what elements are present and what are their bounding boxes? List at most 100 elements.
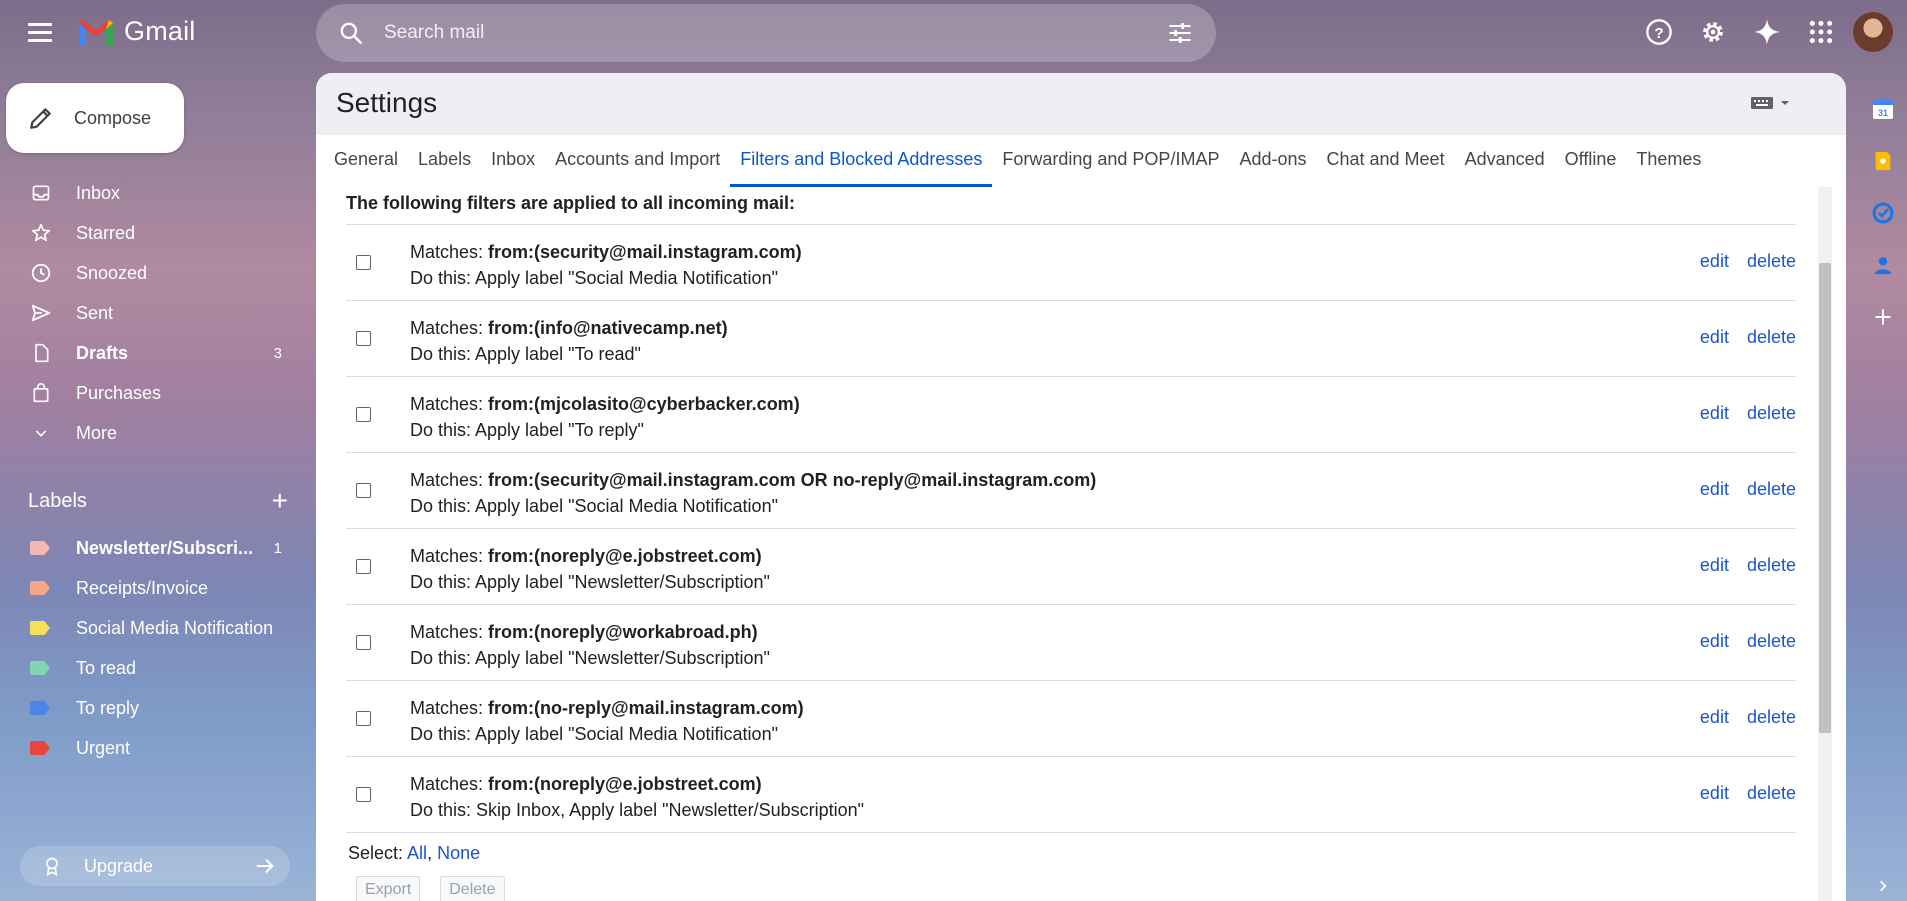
label-name: Receipts/Invoice: [76, 577, 209, 598]
edit-link[interactable]: edit: [1700, 707, 1729, 727]
main-menu-button[interactable]: [20, 16, 60, 48]
label-tag-icon: [30, 701, 50, 715]
filter-description: Matches: from:(no-reply@mail.instagram.c…: [410, 695, 804, 747]
filter-action: Skip Inbox, Apply label "Newsletter/Subs…: [476, 800, 865, 820]
delete-link[interactable]: delete: [1747, 403, 1796, 423]
bulk-actions: Export Delete: [346, 876, 1796, 901]
delete-link[interactable]: delete: [1747, 479, 1796, 499]
tab-chat-meet[interactable]: Chat and Meet: [1317, 149, 1455, 187]
add-label-icon[interactable]: +: [272, 487, 288, 515]
label-name: To read: [76, 657, 137, 678]
select-prefix: Select:: [348, 843, 408, 863]
tab-accounts-import[interactable]: Accounts and Import: [545, 149, 730, 187]
nav-item-drafts[interactable]: Drafts 3: [0, 333, 300, 373]
edit-link[interactable]: edit: [1700, 555, 1729, 575]
edit-link[interactable]: edit: [1700, 783, 1729, 803]
tab-add-ons[interactable]: Add-ons: [1229, 149, 1316, 187]
inbox-icon: [30, 182, 52, 204]
export-button[interactable]: Export: [356, 876, 421, 901]
edit-link[interactable]: edit: [1700, 479, 1729, 499]
filter-criteria: from:(noreply@e.jobstreet.com): [488, 774, 762, 794]
upgrade-button[interactable]: Upgrade: [20, 846, 290, 886]
tab-offline[interactable]: Offline: [1555, 149, 1627, 187]
select-none-link[interactable]: None: [437, 843, 480, 863]
tab-advanced[interactable]: Advanced: [1455, 149, 1555, 187]
scrollbar-thumb[interactable]: [1819, 263, 1831, 733]
nav-label: Drafts: [76, 342, 129, 363]
label-item-to-read[interactable]: To read: [0, 648, 300, 688]
filter-row: Matches: from:(security@mail.instagram.c…: [346, 225, 1796, 301]
nav-item-sent[interactable]: Sent: [0, 293, 300, 333]
tab-forwarding-pop-imap[interactable]: Forwarding and POP/IMAP: [992, 149, 1229, 187]
apps-grid-icon[interactable]: [1799, 10, 1843, 54]
settings-scrollbar[interactable]: [1818, 187, 1832, 901]
matches-prefix: Matches:: [410, 774, 489, 794]
do-prefix: Do this:: [410, 648, 476, 668]
tab-labels[interactable]: Labels: [408, 149, 481, 187]
label-item-newsletter[interactable]: Newsletter/Subscri... 1: [0, 528, 300, 568]
add-addon-icon[interactable]: [1868, 302, 1898, 332]
nav-item-inbox[interactable]: Inbox: [0, 173, 300, 213]
chevron-right-icon[interactable]: [1868, 871, 1898, 901]
keep-icon[interactable]: [1868, 146, 1898, 176]
search-input[interactable]: [384, 22, 1166, 44]
filter-checkbox[interactable]: [356, 483, 371, 498]
delete-link[interactable]: delete: [1747, 555, 1796, 575]
label-item-to-reply[interactable]: To reply: [0, 688, 300, 728]
delete-link[interactable]: delete: [1747, 707, 1796, 727]
edit-link[interactable]: edit: [1700, 403, 1729, 423]
filter-criteria: from:(noreply@workabroad.ph): [488, 622, 758, 642]
filter-checkbox[interactable]: [356, 255, 371, 270]
filter-checkbox[interactable]: [356, 331, 371, 346]
filter-checkbox[interactable]: [356, 711, 371, 726]
compose-label: Compose: [74, 107, 152, 128]
search-options-icon[interactable]: [1166, 19, 1194, 47]
filter-checkbox[interactable]: [356, 407, 371, 422]
nav-item-starred[interactable]: Starred: [0, 213, 300, 253]
delete-link[interactable]: delete: [1747, 251, 1796, 271]
side-panel: 31: [1858, 80, 1907, 901]
tab-filters-blocked[interactable]: Filters and Blocked Addresses: [730, 149, 993, 187]
do-prefix: Do this:: [410, 724, 476, 744]
delete-link[interactable]: delete: [1747, 631, 1796, 651]
edit-link[interactable]: edit: [1700, 327, 1729, 347]
label-item-urgent[interactable]: Urgent: [0, 728, 300, 768]
matches-prefix: Matches:: [410, 470, 489, 490]
tab-themes[interactable]: Themes: [1626, 149, 1711, 187]
filter-checkbox[interactable]: [356, 559, 371, 574]
contacts-icon[interactable]: [1868, 250, 1898, 280]
tasks-icon[interactable]: [1868, 198, 1898, 228]
delete-link[interactable]: delete: [1747, 783, 1796, 803]
label-item-receipts[interactable]: Receipts/Invoice: [0, 568, 300, 608]
nav-item-purchases[interactable]: Purchases: [0, 373, 300, 413]
edit-link[interactable]: edit: [1700, 631, 1729, 651]
nav-item-more[interactable]: More: [0, 413, 300, 453]
edit-link[interactable]: edit: [1700, 251, 1729, 271]
settings-gear-icon[interactable]: [1691, 10, 1735, 54]
gmail-logo[interactable]: Gmail: [76, 16, 196, 47]
label-item-social-media[interactable]: Social Media Notification: [0, 608, 300, 648]
filter-checkbox[interactable]: [356, 787, 371, 802]
filter-row: Matches: from:(mjcolasito@cyberbacker.co…: [346, 377, 1796, 453]
help-icon[interactable]: ?: [1637, 10, 1681, 54]
calendar-icon[interactable]: 31: [1868, 94, 1898, 124]
app-name: Gmail: [124, 16, 196, 46]
delete-button[interactable]: Delete: [440, 876, 505, 901]
nav-item-snoozed[interactable]: Snoozed: [0, 253, 300, 293]
select-all-link[interactable]: All: [407, 843, 427, 863]
tab-general[interactable]: General: [324, 149, 408, 187]
filter-checkbox[interactable]: [356, 635, 371, 650]
filter-actions: edit delete: [1682, 555, 1796, 576]
do-prefix: Do this:: [410, 496, 476, 516]
account-avatar[interactable]: [1853, 12, 1893, 52]
tab-inbox[interactable]: Inbox: [481, 149, 545, 187]
gemini-sparkle-icon[interactable]: [1745, 10, 1789, 54]
search-icon[interactable]: [338, 20, 364, 46]
labels-list: Newsletter/Subscri... 1 Receipts/Invoice…: [0, 528, 300, 768]
delete-link[interactable]: delete: [1747, 327, 1796, 347]
do-prefix: Do this:: [410, 572, 476, 592]
input-tools-button[interactable]: [1750, 95, 1790, 111]
svg-text:?: ?: [1654, 25, 1663, 42]
compose-button[interactable]: Compose: [6, 83, 184, 153]
label-tag-icon: [30, 741, 50, 755]
